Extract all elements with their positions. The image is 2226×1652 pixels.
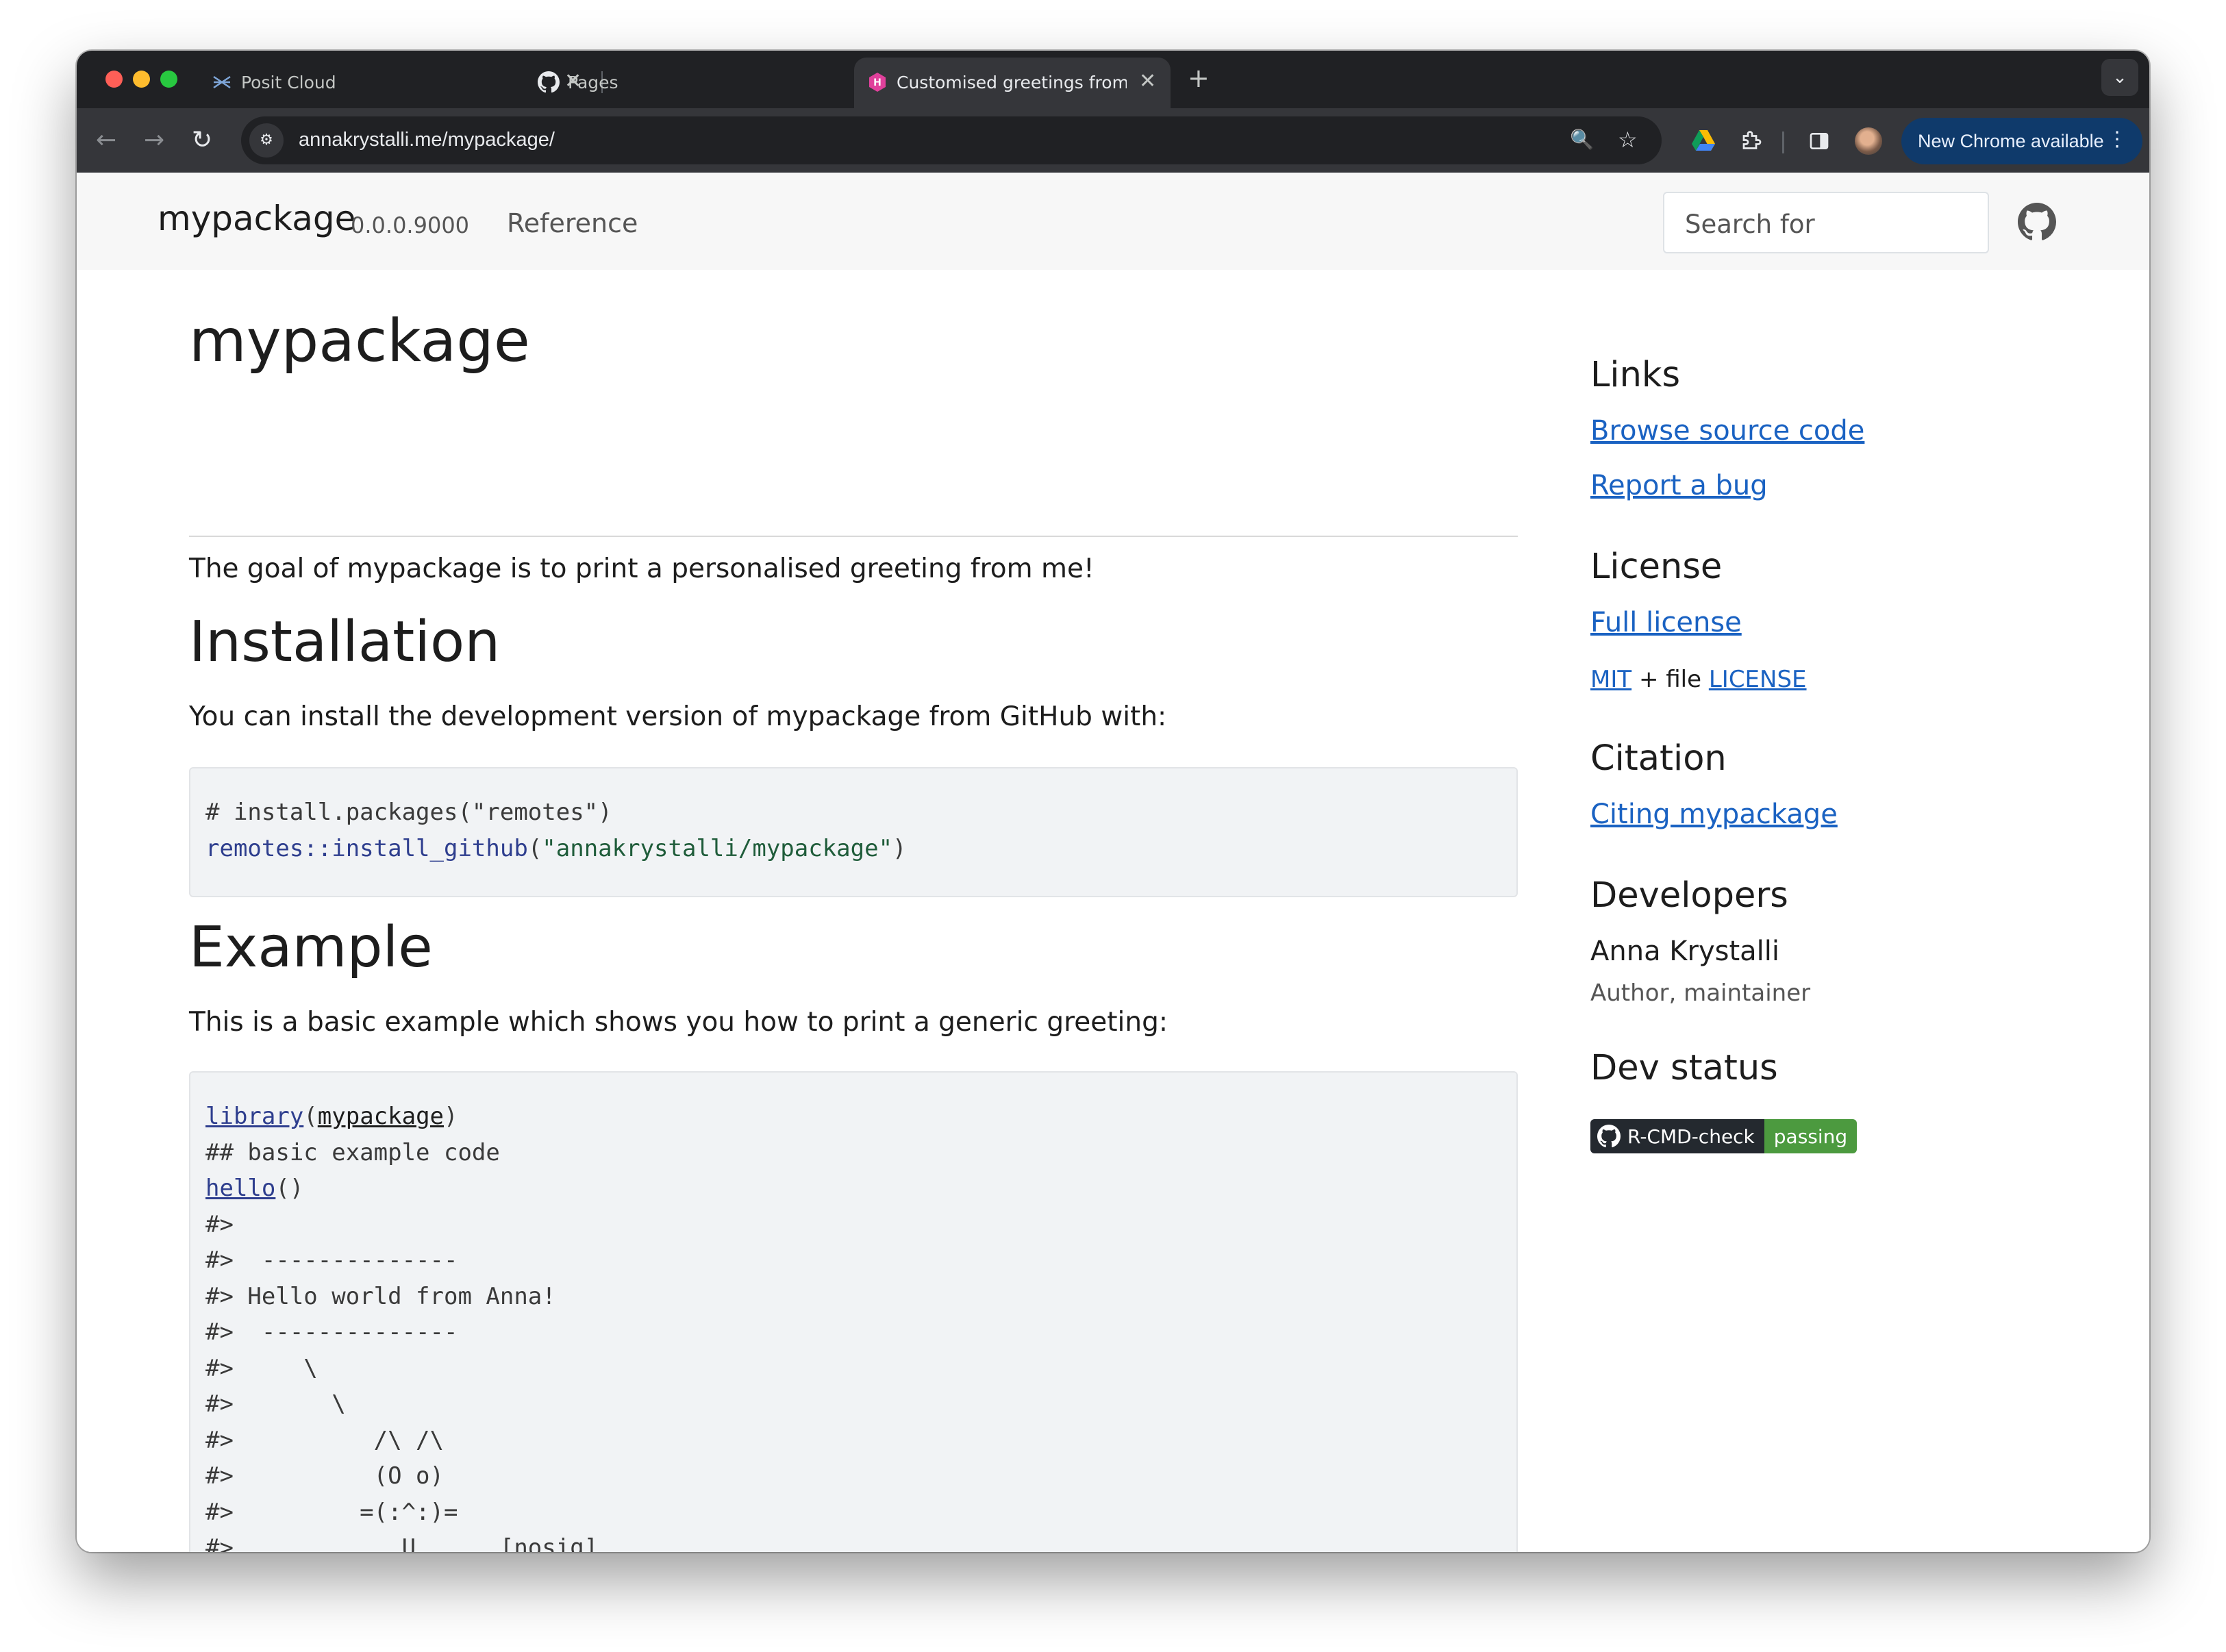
pkgdown-site-icon: H (869, 73, 886, 92)
example-text: This is a basic example which shows you … (189, 1007, 1168, 1038)
code-line: library(mypackage) (205, 1103, 458, 1130)
browser-toolbar: ← → ↻ ⚙ annakrystalli.me/mypackage/ 🔍 ☆ … (77, 108, 2149, 173)
code-paren: ) (444, 1103, 458, 1130)
tab-title: Pages (568, 73, 618, 92)
code-output-line: #> \ (205, 1355, 318, 1382)
chrome-menu-icon[interactable]: ⋮ (2107, 127, 2127, 151)
profile-avatar[interactable] (1855, 127, 1882, 155)
citation-heading: Citation (1590, 738, 1727, 779)
code-output-line: #> =(:^:)= (205, 1499, 458, 1526)
github-icon (538, 71, 560, 93)
license-heading: License (1590, 547, 1723, 587)
search-placeholder: Search for (1685, 210, 1815, 239)
developers-heading: Developers (1590, 875, 1788, 916)
title-divider (189, 536, 1518, 537)
code-line: remotes::install_github("annakrystalli/m… (205, 835, 907, 862)
tab-title: Posit Cloud (241, 73, 336, 92)
address-bar[interactable]: ⚙ annakrystalli.me/mypackage/ 🔍 ☆ (241, 116, 1662, 164)
intro-text: The goal of mypackage is to print a pers… (189, 553, 1095, 584)
tab-title: Customised greetings from m (897, 73, 1127, 92)
package-link[interactable]: mypackage (318, 1103, 444, 1130)
license-file-link[interactable]: LICENSE (1709, 666, 1807, 693)
full-license-link[interactable]: Full license (1590, 607, 1742, 638)
site-info-icon[interactable]: ⚙ (249, 123, 284, 158)
library-function-link[interactable]: library (205, 1103, 303, 1130)
developer-role: Author, maintainer (1590, 979, 1811, 1007)
version-label: 0.0.0.9000 (351, 212, 470, 238)
links-heading: Links (1590, 355, 1681, 395)
code-output-line: #> (O o) (205, 1462, 444, 1490)
zoom-icon[interactable]: 🔍 (1570, 126, 1594, 153)
code-output-line: #> Hello world from Anna! (205, 1283, 556, 1310)
nav-reference-link[interactable]: Reference (507, 208, 638, 238)
tab-strip: Posit Cloud ✕ Pages ✕ H Customised greet… (77, 51, 2149, 108)
url-path: /mypackage/ (442, 129, 555, 151)
new-chrome-available-button[interactable]: New Chrome available ⋮ (1901, 118, 2142, 164)
browse-source-link[interactable]: Browse source code (1590, 415, 1864, 447)
code-output-line: #> -------------- (205, 1318, 458, 1346)
browser-window: Posit Cloud ✕ Pages ✕ H Customised greet… (77, 51, 2149, 1552)
code-output-line: #> -------------- (205, 1247, 458, 1274)
code-comment: ## basic example code (205, 1139, 500, 1166)
url-domain: annakrystalli.me (299, 129, 442, 151)
code-paren: ( (527, 835, 542, 862)
license-line: MIT + file LICENSE (1590, 666, 1807, 693)
bookmark-star-icon[interactable]: ☆ (1618, 126, 1638, 153)
code-paren: ) (892, 835, 907, 862)
tab-close-icon[interactable]: ✕ (1139, 70, 1156, 93)
badge-label-section: R-CMD-check (1590, 1119, 1764, 1153)
code-line: hello() (205, 1175, 303, 1202)
code-output-line: #> (205, 1211, 234, 1238)
tab-search-button[interactable]: ⌄ (2101, 59, 2138, 96)
extensions-puzzle-icon[interactable] (1740, 129, 1764, 153)
back-button[interactable]: ← (96, 125, 116, 156)
page-title: mypackage (189, 307, 530, 375)
url-text[interactable]: annakrystalli.me/mypackage/ (299, 129, 555, 151)
window-zoom-button[interactable] (160, 71, 177, 88)
code-output-line: #> \ (205, 1390, 346, 1418)
window-close-button[interactable] (105, 71, 123, 88)
dev-status-heading: Dev status (1590, 1048, 1778, 1088)
site-navbar: mypackage 0.0.0.9000 Reference Search fo… (77, 173, 2149, 270)
new-tab-button[interactable]: + (1188, 64, 1210, 92)
code-comment: # install.packages("remotes") (205, 799, 612, 826)
hello-function-link[interactable]: hello (205, 1175, 275, 1202)
r-cmd-check-badge[interactable]: R-CMD-check passing (1590, 1119, 1858, 1153)
github-icon[interactable] (2018, 203, 2056, 241)
report-bug-link[interactable]: Report a bug (1590, 470, 1768, 501)
badge-label: R-CMD-check (1627, 1125, 1755, 1148)
code-paren: () (275, 1175, 304, 1202)
code-string: "annakrystalli/mypackage" (542, 835, 893, 862)
code-function: remotes::install_github (205, 835, 528, 862)
brand-link[interactable]: mypackage (158, 199, 355, 238)
developer-name: Anna Krystalli (1590, 936, 1780, 967)
code-output-line: #> /\ /\ (205, 1427, 444, 1454)
citing-link[interactable]: Citing mypackage (1590, 799, 1838, 830)
tab-customised-greetings[interactable]: H Customised greetings from m ✕ (854, 58, 1171, 108)
code-output-line: #> U [nosig] (205, 1534, 599, 1552)
toolbar-divider (1782, 132, 1784, 153)
github-icon (1597, 1125, 1621, 1148)
badge-status: passing (1764, 1119, 1858, 1153)
forward-button[interactable]: → (144, 125, 164, 156)
mit-link[interactable]: MIT (1590, 666, 1631, 693)
update-label: New Chrome available (1918, 131, 2104, 151)
installation-text: You can install the development version … (189, 701, 1167, 732)
code-paren: ( (303, 1103, 318, 1130)
install-code-block: # install.packages("remotes") remotes::i… (189, 767, 1518, 897)
window-minimize-button[interactable] (133, 71, 150, 88)
installation-heading: Installation (189, 610, 501, 675)
reload-button[interactable]: ↻ (192, 125, 212, 156)
google-drive-icon[interactable] (1692, 130, 1715, 151)
search-input[interactable]: Search for (1663, 192, 1989, 253)
svg-text:H: H (873, 77, 881, 88)
posit-cloud-icon (213, 75, 231, 89)
example-code-block: library(mypackage) ## basic example code… (189, 1071, 1518, 1552)
web-page: mypackage 0.0.0.9000 Reference Search fo… (77, 173, 2149, 1552)
license-plus-text: + file (1631, 666, 1709, 693)
example-heading: Example (189, 915, 433, 980)
side-panel-icon[interactable] (1808, 130, 1830, 152)
